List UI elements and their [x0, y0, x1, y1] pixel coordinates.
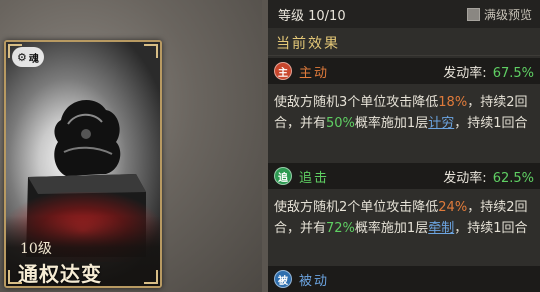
preview-checkbox[interactable]: [466, 7, 480, 21]
level-bar: 等级 10/10 满级预览: [268, 0, 540, 28]
section-title: 当前效果: [268, 30, 540, 56]
trigger-rate-value: 62.5%: [492, 170, 534, 186]
desc-value: 24%: [438, 200, 468, 215]
desc-text: ，持续1回合: [454, 221, 528, 236]
trigger-rate-label: 发动率:: [443, 170, 487, 186]
trigger-rate: 发动率: 62.5%: [443, 167, 540, 186]
skill-type-label: 主动: [299, 65, 330, 81]
desc-value: 50%: [326, 116, 355, 131]
desc-value: 72%: [326, 221, 355, 236]
desc-text: 概率施加1层: [354, 221, 429, 236]
max-level-preview-toggle[interactable]: 满级预览: [466, 6, 532, 23]
active-skill-icon: 主: [274, 62, 292, 80]
card-level: 10级: [20, 241, 52, 257]
card-name: 通权达变: [18, 262, 102, 286]
desc-text: 概率施加1层: [354, 116, 429, 131]
desc-value: 18%: [438, 95, 468, 110]
status-link[interactable]: 计穷: [428, 116, 454, 131]
preview-label: 满级预览: [483, 7, 532, 22]
card-corner-ornament: [144, 44, 158, 58]
trigger-rate: 发动率: 67.5%: [443, 62, 540, 81]
skill-type-label: 追击: [299, 170, 330, 186]
trigger-rate-label: 发动率:: [443, 65, 487, 81]
skill-header-pursuit: 追 追击 发动率: 62.5%: [268, 163, 540, 189]
level-label: 等级 10/10: [278, 8, 346, 24]
desc-text: 使敌方随机2个单位攻击降低: [274, 200, 439, 215]
card-corner-ornament: [8, 44, 22, 58]
card-corner-ornament: [144, 270, 158, 284]
badge-label: 魂: [28, 53, 39, 65]
skill-header-active: 主 主动 发动率: 67.5%: [268, 58, 540, 84]
trigger-rate-value: 67.5%: [492, 65, 534, 81]
skill-detail-panel: 等级 10/10 满级预览 当前效果 主 主动 发动率: 67.5% 使敌方随机3…: [268, 0, 540, 292]
skill-type-label: 被动: [299, 273, 330, 289]
desc-text: 使敌方随机3个单位攻击降低: [274, 95, 439, 110]
desc-text: ，持续1回合: [454, 116, 528, 131]
skill-description: 使敌方随机2个单位攻击降低24%，持续2回合，并有72%概率施加1层牵制，持续1…: [268, 191, 540, 239]
card-corner-ornament: [8, 270, 22, 284]
skill-description: 使敌方随机3个单位攻击降低18%，持续2回合，并有50%概率施加1层计穷，持续1…: [268, 86, 540, 134]
tactic-card[interactable]: ⚙ 魂 10级 通权达变: [4, 40, 162, 288]
skill-header-passive: 被 被动: [268, 266, 540, 292]
pursuit-skill-icon: 追: [274, 167, 292, 185]
status-link[interactable]: 牵制: [428, 221, 454, 236]
passive-skill-icon: 被: [274, 270, 292, 288]
